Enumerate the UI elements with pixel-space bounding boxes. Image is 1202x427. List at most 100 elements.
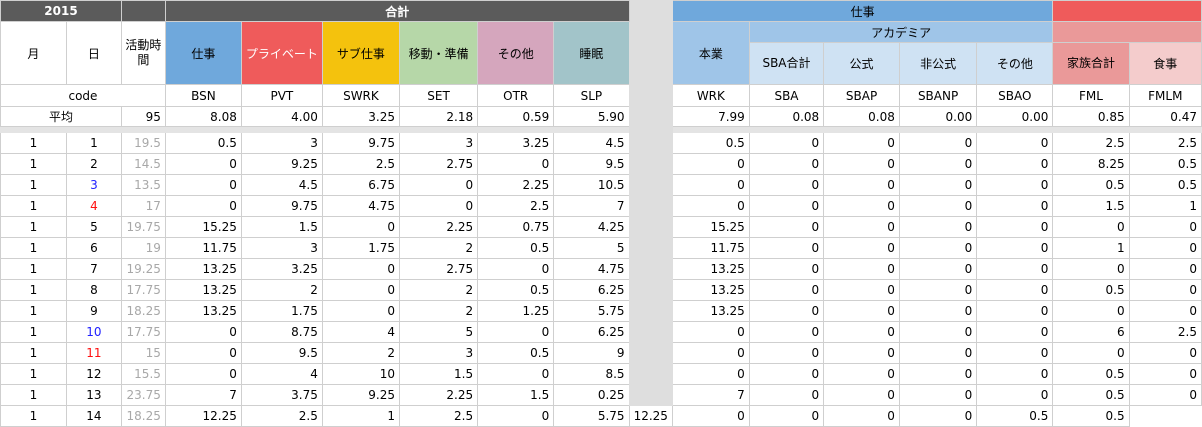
average-cell-set[interactable]: 2.18 xyxy=(398,106,479,127)
active-hours-cell[interactable]: 15.5 xyxy=(120,363,166,385)
active-hours-cell[interactable]: 19.25 xyxy=(120,258,166,280)
value-cell-sbanp[interactable]: 0 xyxy=(898,363,978,385)
value-cell-sbap[interactable]: 0 xyxy=(823,279,900,301)
value-cell-swrk[interactable]: 10 xyxy=(321,363,401,385)
day-cell[interactable]: 1 xyxy=(65,132,122,154)
month-cell[interactable]: 1 xyxy=(0,153,67,175)
value-cell-fml[interactable]: 0.5 xyxy=(1052,174,1130,196)
value-cell-sbanp[interactable]: 0 xyxy=(898,237,978,259)
active-hours-cell[interactable]: 17.75 xyxy=(120,321,166,343)
value-cell-fml[interactable]: 0.5 xyxy=(1052,279,1130,301)
family-header-fml[interactable]: 家族合計 xyxy=(1052,42,1130,85)
value-cell-set[interactable]: 2.75 xyxy=(398,153,479,175)
month-cell[interactable]: 1 xyxy=(0,195,67,217)
value-cell-sba[interactable]: 0 xyxy=(748,237,825,259)
code-label-cell[interactable]: code xyxy=(0,84,166,107)
value-cell-bsn[interactable]: 15.25 xyxy=(164,216,242,238)
value-cell-bsn[interactable]: 13.25 xyxy=(164,258,242,280)
day-cell[interactable]: 13 xyxy=(65,384,122,406)
value-cell-fml[interactable]: 1 xyxy=(1052,237,1130,259)
code-cell-otr[interactable]: OTR xyxy=(477,84,555,107)
value-cell-otr[interactable]: 0 xyxy=(477,258,555,280)
total-group-header[interactable]: 合計 xyxy=(164,0,630,22)
month-cell[interactable]: 1 xyxy=(0,405,67,427)
value-cell-sbap[interactable]: 0 xyxy=(823,321,900,343)
month-cell[interactable]: 1 xyxy=(0,363,67,385)
value-cell-fml[interactable]: 0 xyxy=(1052,300,1130,322)
code-cell-sbao[interactable]: SBAO xyxy=(976,84,1054,107)
value-cell-pvt[interactable]: 9.5 xyxy=(240,342,323,364)
month-cell[interactable]: 1 xyxy=(0,384,67,406)
day-cell[interactable]: 5 xyxy=(65,216,122,238)
value-cell-otr[interactable]: 0 xyxy=(477,153,555,175)
value-cell-pvt[interactable]: 2.5 xyxy=(240,405,323,427)
value-cell-set[interactable]: 5 xyxy=(398,321,479,343)
work-header-sbanp[interactable]: 非公式 xyxy=(898,42,978,85)
value-cell-sbanp[interactable]: 0 xyxy=(898,384,978,406)
month-cell[interactable]: 1 xyxy=(0,279,67,301)
work-group-header[interactable]: 仕事 xyxy=(671,0,1054,22)
category-header-set[interactable]: 移動・準備 xyxy=(398,21,479,85)
value-cell-sbao[interactable]: 0 xyxy=(976,132,1054,154)
value-cell-sbao[interactable]: 0 xyxy=(976,363,1054,385)
month-cell[interactable]: 1 xyxy=(0,174,67,196)
average-active-cell[interactable]: 95 xyxy=(120,106,166,127)
month-cell[interactable]: 1 xyxy=(0,342,67,364)
code-cell-pvt[interactable]: PVT xyxy=(240,84,323,107)
value-cell-swrk[interactable]: 0 xyxy=(321,216,401,238)
value-cell-slp[interactable]: 5.75 xyxy=(553,405,630,427)
value-cell-otr[interactable]: 0.5 xyxy=(477,342,555,364)
value-cell-bsn[interactable]: 11.75 xyxy=(164,237,242,259)
code-cell-fmlm[interactable]: FMLM xyxy=(1128,84,1202,107)
family-group-header[interactable] xyxy=(1052,0,1202,22)
value-cell-otr[interactable]: 3.25 xyxy=(477,132,555,154)
value-cell-sbanp[interactable]: 0 xyxy=(898,174,978,196)
value-cell-slp[interactable]: 4.25 xyxy=(553,216,630,238)
average-cell-pvt[interactable]: 4.00 xyxy=(240,106,323,127)
day-cell[interactable]: 4 xyxy=(65,195,122,217)
month-header[interactable]: 月 xyxy=(0,21,67,85)
value-cell-sbao[interactable]: 0 xyxy=(976,279,1054,301)
value-cell-set[interactable]: 2.25 xyxy=(398,384,479,406)
value-cell-wrk[interactable]: 0 xyxy=(671,195,750,217)
value-cell-set[interactable]: 0 xyxy=(398,174,479,196)
active-hours-cell[interactable]: 14.5 xyxy=(120,153,166,175)
value-cell-sbap[interactable]: 0 xyxy=(823,237,900,259)
blank-header-cell[interactable] xyxy=(120,0,166,22)
day-cell[interactable]: 2 xyxy=(65,153,122,175)
value-cell-fmlm[interactable]: 0 xyxy=(1128,216,1202,238)
active-hours-cell[interactable]: 19.5 xyxy=(120,132,166,154)
value-cell-sbap[interactable]: 0 xyxy=(823,174,900,196)
category-header-pvt[interactable]: プライベート xyxy=(240,21,323,85)
value-cell-fml[interactable]: 8.25 xyxy=(1052,153,1130,175)
value-cell-pvt[interactable]: 2 xyxy=(240,279,323,301)
active-hours-cell[interactable]: 15 xyxy=(120,342,166,364)
value-cell-swrk[interactable]: 9.75 xyxy=(321,132,401,154)
month-cell[interactable]: 1 xyxy=(0,321,67,343)
day-cell[interactable]: 14 xyxy=(65,405,122,427)
value-cell-wrk[interactable]: 13.25 xyxy=(671,279,750,301)
value-cell-bsn[interactable]: 0.5 xyxy=(164,132,242,154)
work-header-sbao[interactable]: その他 xyxy=(976,42,1054,85)
value-cell-sbanp[interactable]: 0 xyxy=(898,132,978,154)
day-cell[interactable]: 12 xyxy=(65,363,122,385)
value-cell-fmlm[interactable]: 0 xyxy=(1128,342,1202,364)
value-cell-wrk[interactable]: 0.5 xyxy=(671,132,750,154)
day-cell[interactable]: 11 xyxy=(65,342,122,364)
value-cell-otr[interactable]: 0 xyxy=(477,321,555,343)
value-cell-pvt[interactable]: 3 xyxy=(240,132,323,154)
value-cell-sbao[interactable]: 0 xyxy=(976,258,1054,280)
value-cell-pvt[interactable]: 1.75 xyxy=(240,300,323,322)
value-cell-pvt[interactable]: 1.5 xyxy=(240,216,323,238)
value-cell-sbap[interactable]: 0 xyxy=(823,258,900,280)
value-cell-fml[interactable]: 0 xyxy=(1052,216,1130,238)
active-hours-cell[interactable]: 23.75 xyxy=(120,384,166,406)
value-cell-otr[interactable]: 0 xyxy=(477,405,555,427)
average-cell-fml[interactable]: 0.85 xyxy=(1052,106,1130,127)
value-cell-sbao[interactable]: 0 xyxy=(976,321,1054,343)
value-cell-fml[interactable]: 0 xyxy=(1052,342,1130,364)
value-cell-set[interactable]: 2 xyxy=(398,279,479,301)
day-cell[interactable]: 3 xyxy=(65,174,122,196)
value-cell-swrk[interactable]: 9.25 xyxy=(321,384,401,406)
code-cell-wrk[interactable]: WRK xyxy=(671,84,750,107)
